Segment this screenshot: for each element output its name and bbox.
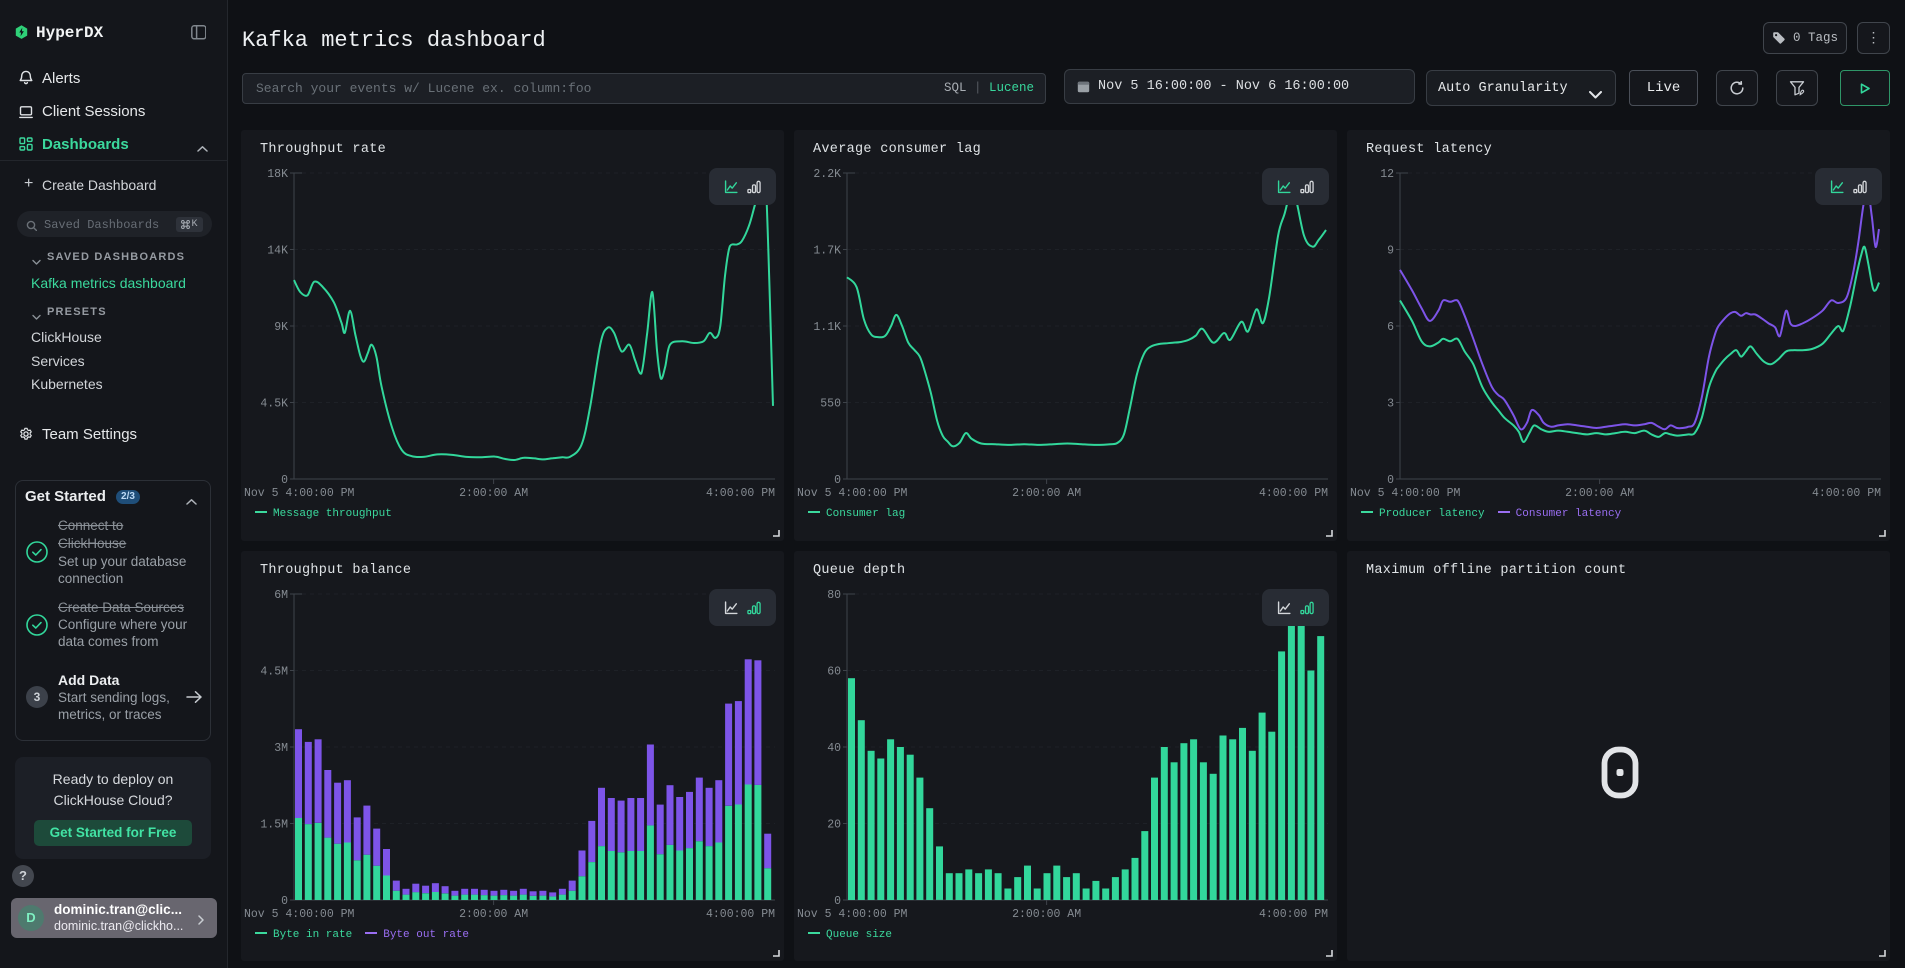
svg-text:4.5M: 4.5M [260,666,288,679]
svg-text:2:00:00 AM: 2:00:00 AM [459,908,528,921]
svg-text:0: 0 [834,895,841,908]
svg-text:14K: 14K [267,245,288,258]
svg-text:2:00:00 AM: 2:00:00 AM [1012,908,1081,921]
svg-text:6M: 6M [274,589,288,602]
svg-text:4:00:00 PM: 4:00:00 PM [706,908,775,921]
svg-text:4:00:00 PM: 4:00:00 PM [1259,487,1328,500]
svg-text:Nov 5 4:00:00 PM: Nov 5 4:00:00 PM [244,487,355,500]
svg-text:Nov 5 4:00:00 PM: Nov 5 4:00:00 PM [1350,487,1461,500]
svg-text:9K: 9K [274,321,288,334]
svg-text:1.1K: 1.1K [813,321,841,334]
svg-text:2:00:00 AM: 2:00:00 AM [459,487,528,500]
svg-text:9: 9 [1387,245,1394,258]
svg-text:0: 0 [281,474,288,487]
svg-text:4:00:00 PM: 4:00:00 PM [1259,908,1328,921]
svg-text:60: 60 [827,666,841,679]
svg-text:0: 0 [834,474,841,487]
svg-text:550: 550 [820,398,841,411]
svg-text:4.5K: 4.5K [260,398,288,411]
svg-text:80: 80 [827,589,841,602]
svg-text:0: 0 [281,895,288,908]
svg-text:4:00:00 PM: 4:00:00 PM [706,487,775,500]
svg-text:1.5M: 1.5M [260,819,288,832]
svg-text:2.2K: 2.2K [813,168,841,181]
svg-text:18K: 18K [267,168,288,181]
svg-text:12: 12 [1380,168,1394,181]
svg-text:Nov 5 4:00:00 PM: Nov 5 4:00:00 PM [244,908,355,921]
svg-text:3: 3 [1387,398,1394,411]
svg-text:0: 0 [1387,474,1394,487]
svg-text:20: 20 [827,819,841,832]
svg-text:40: 40 [827,742,841,755]
svg-text:2:00:00 AM: 2:00:00 AM [1565,487,1634,500]
svg-text:3M: 3M [274,742,288,755]
svg-text:4:00:00 PM: 4:00:00 PM [1812,487,1881,500]
svg-text:Nov 5 4:00:00 PM: Nov 5 4:00:00 PM [797,908,908,921]
svg-text:2:00:00 AM: 2:00:00 AM [1012,487,1081,500]
svg-text:6: 6 [1387,321,1394,334]
svg-text:Nov 5 4:00:00 PM: Nov 5 4:00:00 PM [797,487,908,500]
svg-text:1.7K: 1.7K [813,245,841,258]
